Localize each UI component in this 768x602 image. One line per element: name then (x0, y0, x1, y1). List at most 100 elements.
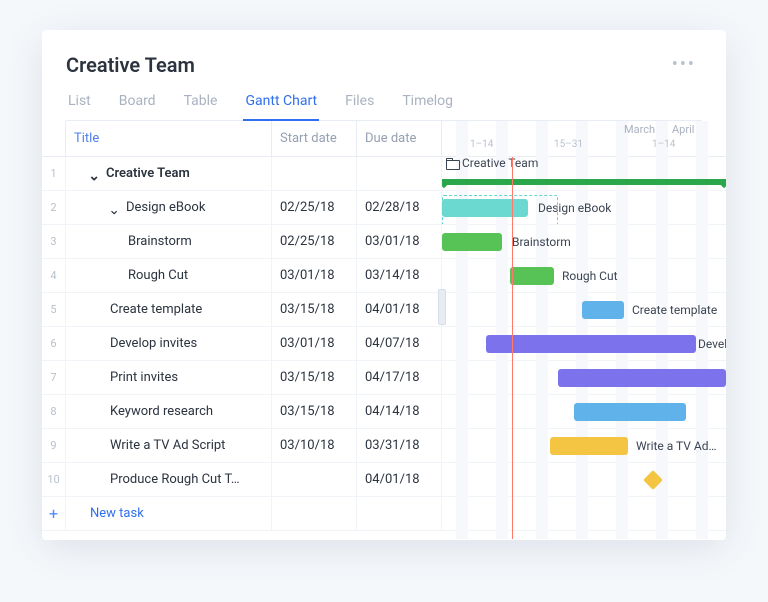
row-title[interactable]: Develop invites (66, 327, 272, 360)
tab-board[interactable]: Board (117, 93, 158, 120)
new-task-start (272, 497, 357, 530)
row-start-date[interactable] (272, 157, 357, 190)
tab-gantt-chart[interactable]: Gantt Chart (243, 93, 319, 121)
more-menu-icon[interactable]: ••• (666, 50, 702, 79)
tab-files[interactable]: Files (343, 93, 376, 120)
gantt-bar-label: Develop… (698, 327, 726, 360)
col-due-date[interactable]: Due date (357, 121, 442, 156)
row-gantt-cell[interactable]: Creative Team (442, 157, 726, 190)
row-due-date[interactable]: 02/28/18 (357, 191, 442, 224)
gantt-bar[interactable] (442, 233, 502, 251)
chevron-down-icon[interactable]: ⌃ (110, 201, 120, 215)
row-start-date[interactable]: 03/01/18 (272, 327, 357, 360)
table-row[interactable]: 2⌃Design eBook02/25/1802/28/18Design eBo… (42, 191, 726, 225)
app-card: Creative Team ••• List Board Table Gantt Ch… (42, 30, 726, 540)
col-start-date[interactable]: Start date (272, 121, 357, 156)
tab-list[interactable]: List (66, 93, 93, 120)
column-splitter[interactable] (438, 289, 446, 325)
gantt-bar-label: Create template (632, 293, 717, 326)
row-title-text: Create template (110, 302, 202, 317)
row-title[interactable]: Write a TV Ad Script (66, 429, 272, 462)
gantt-parent-bar[interactable] (442, 179, 726, 185)
row-start-date[interactable]: 02/25/18 (272, 225, 357, 258)
timeline-header[interactable]: MarchApril 1–1415–311–14 (442, 121, 726, 156)
table-row[interactable]: 4Rough Cut03/01/1803/14/18Rough Cut (42, 259, 726, 293)
new-task-row[interactable]: + New task (42, 497, 726, 531)
row-due-date[interactable] (357, 157, 442, 190)
gantt-bar[interactable] (486, 335, 696, 353)
row-due-date[interactable]: 03/14/18 (357, 259, 442, 292)
row-gantt-cell[interactable]: Write a TV Ad… (442, 429, 726, 462)
gantt-parent-label: Creative Team (446, 157, 538, 173)
row-due-date[interactable]: 03/31/18 (357, 429, 442, 462)
timeline-range: 1–14 (470, 139, 493, 150)
row-number: 9 (42, 429, 66, 462)
row-gantt-cell[interactable] (442, 463, 726, 496)
table-row[interactable]: 3 Brainstorm 02/25/1803/01/18 Brainstorm (42, 225, 726, 259)
table-row[interactable]: 1⌃Creative TeamCreative Team (42, 157, 726, 191)
row-due-date[interactable]: 04/01/18 (357, 463, 442, 496)
row-start-date[interactable] (272, 463, 357, 496)
row-start-date[interactable]: 03/15/18 (272, 395, 357, 428)
new-task-due (357, 497, 442, 530)
row-due-date[interactable]: 04/17/18 (357, 361, 442, 394)
row-gantt-cell[interactable]: Design eBook (442, 191, 726, 224)
row-start-date[interactable]: 03/01/18 (272, 259, 357, 292)
row-title-text: Rough Cut (128, 268, 188, 283)
col-title[interactable]: Title (66, 121, 272, 156)
row-title[interactable]: Produce Rough Cut T… (66, 463, 272, 496)
tab-table[interactable]: Table (182, 93, 220, 120)
today-indicator (512, 157, 513, 539)
row-number: 4 (42, 259, 66, 292)
timeline-range: 1–14 (652, 139, 675, 150)
row-title[interactable]: Create template (66, 293, 272, 326)
table-row[interactable]: 7 Print invites 03/15/1804/17/18 (42, 361, 726, 395)
gantt-bar[interactable] (574, 403, 686, 421)
row-due-date[interactable]: 04/14/18 (357, 395, 442, 428)
row-due-date[interactable]: 04/07/18 (357, 327, 442, 360)
row-title[interactable]: Rough Cut (66, 259, 272, 292)
row-title-text: Brainstorm (128, 234, 192, 249)
chevron-down-icon[interactable]: ⌃ (90, 167, 100, 181)
table-row[interactable]: 5Create template03/15/1804/01/18Create t… (42, 293, 726, 327)
row-gantt-cell[interactable]: Rough Cut (442, 259, 726, 292)
row-number: 7 (42, 361, 66, 394)
row-number: 3 (42, 225, 66, 258)
row-gantt-cell[interactable]: Create template (442, 293, 726, 326)
table-row[interactable]: 6Develop invites03/01/1804/07/18Develop… (42, 327, 726, 361)
row-title-text: Print invites (110, 370, 178, 385)
gantt-bar[interactable] (550, 437, 628, 455)
row-start-date[interactable]: 03/15/18 (272, 361, 357, 394)
timeline-month: March (624, 123, 655, 136)
row-title-text: Keyword research (110, 404, 213, 419)
row-due-date[interactable]: 04/01/18 (357, 293, 442, 326)
row-gantt-cell[interactable]: Develop… (442, 327, 726, 360)
row-number: 2 (42, 191, 66, 224)
row-start-date[interactable]: 03/10/18 (272, 429, 357, 462)
gantt-bar[interactable] (558, 369, 726, 387)
row-start-date[interactable]: 02/25/18 (272, 191, 357, 224)
table-row[interactable]: 9Write a TV Ad Script03/10/1803/31/18Wri… (42, 429, 726, 463)
row-title[interactable]: ⌃ Creative Team (66, 157, 272, 190)
timeline-range: 15–31 (554, 139, 583, 150)
row-title[interactable]: Brainstorm (66, 225, 272, 258)
row-title[interactable]: ⌃Design eBook (66, 191, 272, 224)
page-title: Creative Team (66, 53, 195, 77)
row-start-date[interactable]: 03/15/18 (272, 293, 357, 326)
gantt-milestone[interactable] (643, 470, 663, 490)
new-task-label[interactable]: New task (66, 497, 272, 530)
table-row[interactable]: 8Keyword research03/15/1804/14/18 (42, 395, 726, 429)
gantt-bar[interactable] (510, 267, 554, 285)
row-title[interactable]: Print invites (66, 361, 272, 394)
row-title[interactable]: Keyword research (66, 395, 272, 428)
tab-timelog[interactable]: Timelog (400, 93, 455, 120)
gantt-bar-label: Brainstorm (512, 225, 571, 258)
add-icon[interactable]: + (42, 497, 66, 530)
row-due-date[interactable]: 03/01/18 (357, 225, 442, 258)
row-gantt-cell[interactable] (442, 395, 726, 428)
table-row[interactable]: 10Produce Rough Cut T…04/01/18 (42, 463, 726, 497)
gantt-bar[interactable] (582, 301, 624, 319)
row-gantt-cell[interactable]: Brainstorm (442, 225, 726, 258)
row-title-text: Creative Team (106, 166, 190, 181)
row-gantt-cell[interactable] (442, 361, 726, 394)
